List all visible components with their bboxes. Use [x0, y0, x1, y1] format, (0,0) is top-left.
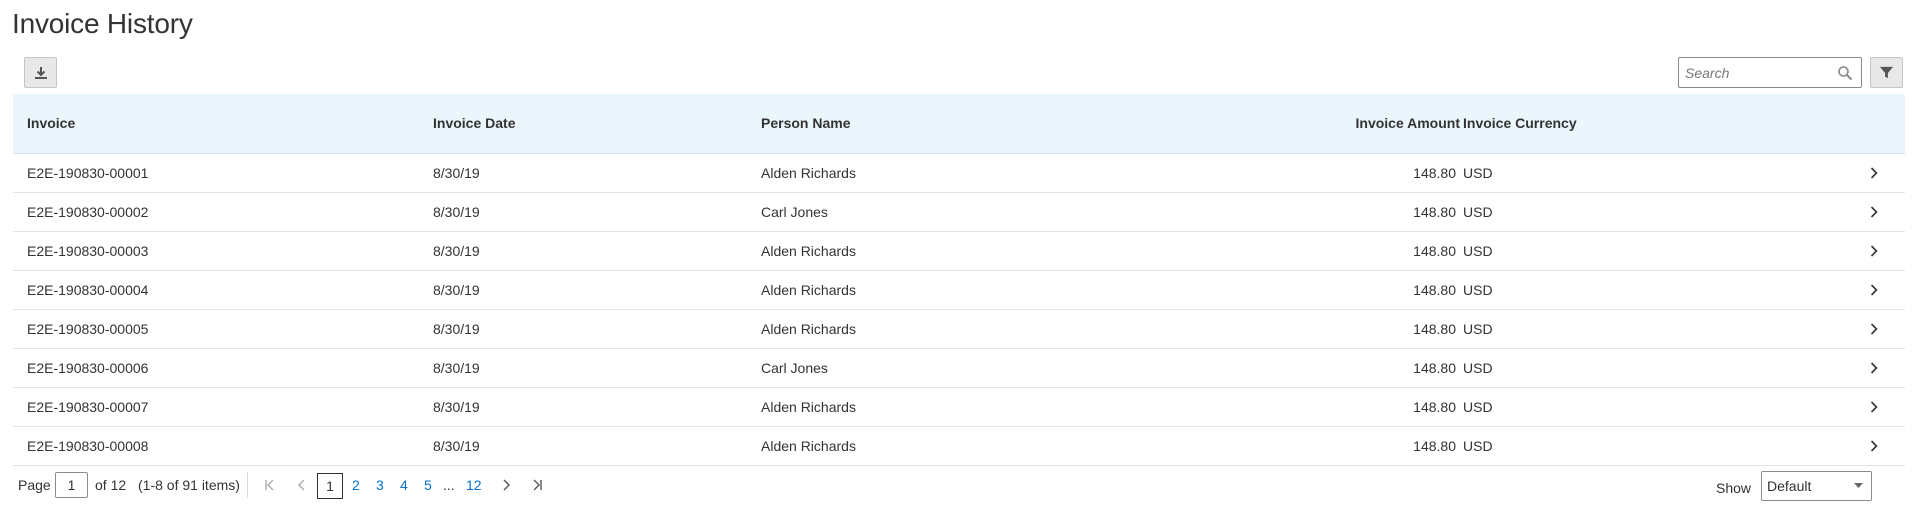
table-row[interactable]: E2E-190830-00008 8/30/19 Alden Richards … [13, 427, 1905, 466]
page-4-link[interactable]: 4 [400, 470, 408, 500]
pagination-divider [247, 472, 248, 498]
person-name: Alden Richards [761, 321, 856, 337]
previous-page-icon[interactable] [295, 478, 309, 492]
person-name: Carl Jones [761, 360, 828, 376]
chevron-right-icon[interactable] [1867, 244, 1881, 258]
column-header-invoice-date[interactable]: Invoice Date [433, 94, 515, 153]
search-icon[interactable] [1837, 65, 1853, 81]
invoice-number: E2E-190830-00001 [27, 165, 149, 181]
items-range-label: (1-8 of 91 items) [138, 477, 240, 493]
show-label: Show [1716, 480, 1752, 496]
chevron-right-icon[interactable] [1867, 439, 1881, 453]
table-row[interactable]: E2E-190830-00001 8/30/19 Alden Richards … [13, 154, 1905, 193]
invoice-amount: 148.80 [1413, 243, 1456, 259]
chevron-right-icon[interactable] [1867, 361, 1881, 375]
invoice-amount: 148.80 [1413, 204, 1456, 220]
chevron-right-icon[interactable] [1867, 322, 1881, 336]
page-size-value: Default [1767, 478, 1812, 494]
person-name: Alden Richards [761, 438, 856, 454]
person-name: Alden Richards [761, 165, 856, 181]
pagination: Page of 12 (1-8 of 91 items) 1 2 3 4 5 .… [0, 470, 1917, 501]
column-header-invoice-amount[interactable]: Invoice Amount [1356, 94, 1461, 153]
chevron-right-icon[interactable] [1867, 166, 1881, 180]
page-5-link[interactable]: 5 [424, 470, 432, 500]
column-header-person-name[interactable]: Person Name [761, 94, 850, 153]
column-header-invoice-currency[interactable]: Invoice Currency [1463, 94, 1577, 153]
search-box[interactable] [1678, 57, 1862, 88]
table-row[interactable]: E2E-190830-00007 8/30/19 Alden Richards … [13, 388, 1905, 427]
invoice-date: 8/30/19 [433, 243, 480, 259]
table-row[interactable]: E2E-190830-00006 8/30/19 Carl Jones 148.… [13, 349, 1905, 388]
invoice-number: E2E-190830-00002 [27, 204, 149, 220]
invoice-number: E2E-190830-00004 [27, 282, 149, 298]
person-name: Alden Richards [761, 399, 856, 415]
page-size-select[interactable]: Default [1761, 471, 1872, 501]
page-3-link[interactable]: 3 [376, 470, 384, 500]
invoice-amount: 148.80 [1413, 438, 1456, 454]
table-row[interactable]: E2E-190830-00005 8/30/19 Alden Richards … [13, 310, 1905, 349]
pagination-ellipsis: ... [443, 477, 455, 493]
invoice-currency: USD [1463, 321, 1493, 337]
invoice-currency: USD [1463, 243, 1493, 259]
invoice-number: E2E-190830-00006 [27, 360, 149, 376]
column-header-invoice[interactable]: Invoice [27, 94, 75, 153]
search-input[interactable] [1685, 64, 1825, 82]
invoice-currency: USD [1463, 165, 1493, 181]
invoice-currency: USD [1463, 360, 1493, 376]
next-page-icon[interactable] [499, 478, 513, 492]
invoice-currency: USD [1463, 438, 1493, 454]
invoice-date: 8/30/19 [433, 360, 480, 376]
download-button[interactable] [24, 57, 57, 88]
invoice-currency: USD [1463, 204, 1493, 220]
invoice-amount: 148.80 [1413, 321, 1456, 337]
table-row[interactable]: E2E-190830-00004 8/30/19 Alden Richards … [13, 271, 1905, 310]
invoice-amount: 148.80 [1413, 360, 1456, 376]
page-number-input[interactable] [55, 472, 88, 498]
invoice-date: 8/30/19 [433, 204, 480, 220]
table-header: Invoice Invoice Date Person Name Invoice… [13, 94, 1905, 154]
filter-icon [1879, 66, 1894, 79]
page-count-label: of 12 [95, 477, 127, 493]
page-2-link[interactable]: 2 [352, 470, 360, 500]
invoice-currency: USD [1463, 282, 1493, 298]
invoice-number: E2E-190830-00003 [27, 243, 149, 259]
invoice-currency: USD [1463, 399, 1493, 415]
person-name: Carl Jones [761, 204, 828, 220]
last-page-icon[interactable] [530, 478, 544, 492]
invoice-date: 8/30/19 [433, 438, 480, 454]
chevron-right-icon[interactable] [1867, 400, 1881, 414]
first-page-icon[interactable] [263, 478, 277, 492]
person-name: Alden Richards [761, 243, 856, 259]
invoice-amount: 148.80 [1413, 399, 1456, 415]
chevron-down-icon [1854, 483, 1863, 488]
table-row[interactable]: E2E-190830-00002 8/30/19 Carl Jones 148.… [13, 193, 1905, 232]
page-12-link[interactable]: 12 [466, 470, 482, 500]
invoice-number: E2E-190830-00007 [27, 399, 149, 415]
invoice-date: 8/30/19 [433, 165, 480, 181]
invoice-date: 8/30/19 [433, 282, 480, 298]
table-row[interactable]: E2E-190830-00003 8/30/19 Alden Richards … [13, 232, 1905, 271]
page-1-button[interactable]: 1 [317, 473, 343, 499]
person-name: Alden Richards [761, 282, 856, 298]
invoice-date: 8/30/19 [433, 321, 480, 337]
invoice-number: E2E-190830-00008 [27, 438, 149, 454]
page-title: Invoice History [12, 8, 193, 39]
page-label: Page [18, 477, 51, 493]
filter-button[interactable] [1870, 57, 1903, 88]
download-icon [34, 66, 47, 79]
invoice-amount: 148.80 [1413, 165, 1456, 181]
chevron-right-icon[interactable] [1867, 283, 1881, 297]
table-body: E2E-190830-00001 8/30/19 Alden Richards … [13, 154, 1905, 466]
chevron-right-icon[interactable] [1867, 205, 1881, 219]
invoice-number: E2E-190830-00005 [27, 321, 149, 337]
invoice-amount: 148.80 [1413, 282, 1456, 298]
invoice-date: 8/30/19 [433, 399, 480, 415]
